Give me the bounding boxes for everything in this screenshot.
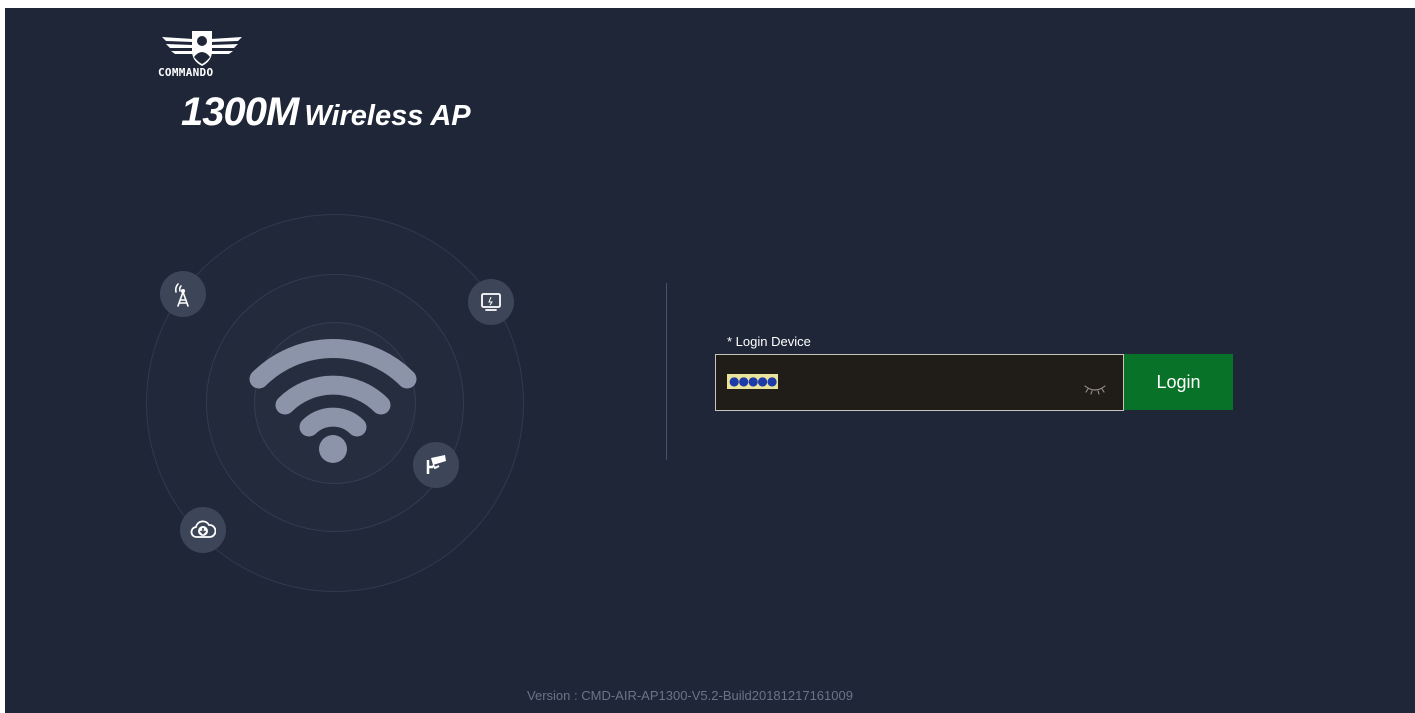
monitor-icon [481, 293, 501, 311]
version-text: Version : CMD-AIR-AP1300-V5.2-Build20181… [527, 688, 853, 703]
product-title: 1300M Wireless AP [181, 90, 471, 135]
security-camera-icon [426, 455, 446, 474]
product-name: Wireless AP [304, 100, 471, 132]
logo-text: COMMANDO [158, 66, 214, 79]
eye-closed-icon[interactable] [1083, 381, 1107, 395]
cloud-download-icon [190, 520, 216, 538]
password-input[interactable]: ●●●●● [715, 354, 1124, 411]
product-model: 1300M [181, 90, 299, 134]
cell-tower-icon [174, 283, 189, 307]
wifi-icon [249, 338, 417, 463]
security-camera-button [413, 442, 459, 488]
vertical-divider [666, 283, 667, 460]
login-device-label: * Login Device [727, 334, 811, 349]
monitor-button [468, 279, 514, 325]
login-button[interactable]: Login [1124, 354, 1233, 410]
password-mask: ●●●●● [727, 374, 779, 389]
login-page: COMMANDO 1300M Wireless AP * Login Devic… [5, 8, 1415, 713]
cell-tower-button [160, 271, 206, 317]
network-illustration [135, 203, 535, 603]
cloud-download-button [180, 507, 226, 553]
